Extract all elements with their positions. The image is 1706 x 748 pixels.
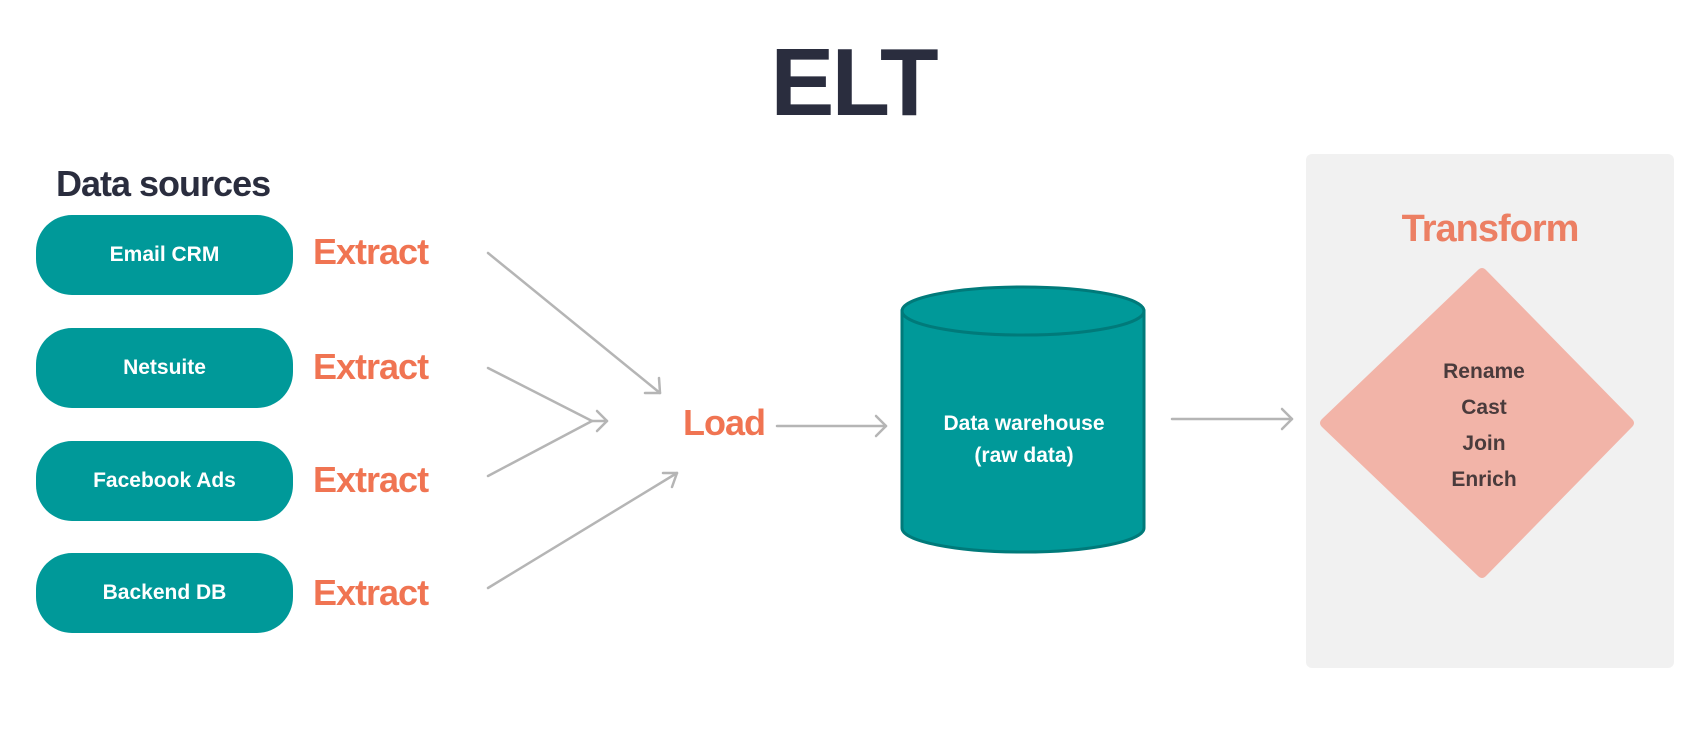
extract-arrow: [486, 419, 594, 478]
transform-steps: Rename Cast Join Enrich: [1384, 354, 1584, 498]
extract-arrow: [486, 366, 594, 423]
warehouse-line-1: Data warehouse: [943, 412, 1105, 435]
transform-step-rename: Rename: [1443, 360, 1525, 383]
transform-step-join: Join: [1462, 432, 1506, 455]
transform-step-enrich: Enrich: [1451, 468, 1517, 491]
load-label: Load: [683, 402, 766, 443]
transform-title: Transform: [1401, 208, 1580, 250]
extract-arrow: [486, 251, 662, 395]
transform-step-cast: Cast: [1461, 396, 1507, 419]
data-warehouse-label: Data warehouse (raw data): [903, 408, 1145, 472]
warehouse-line-2: (raw data): [974, 444, 1074, 467]
extract-arrow: [486, 471, 679, 590]
